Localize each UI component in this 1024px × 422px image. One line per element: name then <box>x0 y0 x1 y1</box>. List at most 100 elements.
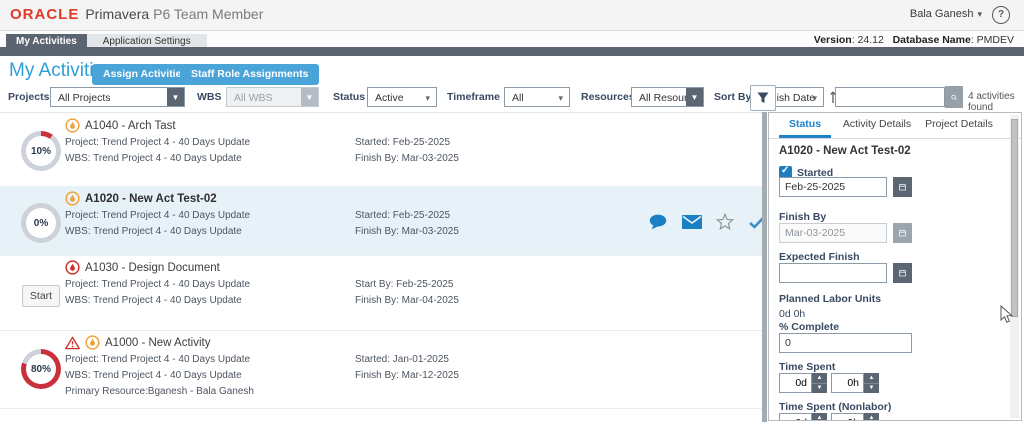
activity-row-a1000[interactable]: 80% A1000 - New Activity Project: Trend … <box>0 330 762 409</box>
projects-dropdown[interactable]: All Projects ▼ <box>50 87 185 107</box>
discussion-icon[interactable] <box>648 213 668 230</box>
time-spent-label: Time Spent <box>779 361 835 373</box>
activity-list: 10% A1040 - Arch Tast Project: Trend Pro… <box>0 112 762 409</box>
header-divider-strip <box>0 47 1024 56</box>
oracle-logo: ORACLE <box>10 6 79 23</box>
stepper-arrows-icon: ▲▼ <box>864 413 879 421</box>
activity-wbs: WBS: Trend Project 4 - 40 Days Update <box>65 153 242 164</box>
timeframe-label: Timeframe <box>447 91 500 103</box>
projects-value: All Projects <box>58 92 111 104</box>
activity-row-a1030[interactable]: Start A1030 - Design Document Project: T… <box>0 255 762 331</box>
progress-percent: 0% <box>34 218 48 229</box>
started-date-input[interactable] <box>779 177 887 197</box>
flame-icon <box>65 191 80 206</box>
expected-finish-calendar-icon[interactable] <box>893 263 912 283</box>
step-up-icon[interactable]: ▲ <box>864 413 879 421</box>
activity-date1: Started: Feb-25-2025 <box>355 210 450 221</box>
activity-wbs: WBS: Trend Project 4 - 40 Days Update <box>65 226 242 237</box>
activity-project: Project: Trend Project 4 - 40 Days Updat… <box>65 354 250 365</box>
step-down-icon[interactable]: ▼ <box>864 383 879 393</box>
detail-panel: Status Activity Details Project Details … <box>768 112 1022 421</box>
filter-funnel-button[interactable] <box>750 85 776 111</box>
activity-title[interactable]: A1040 - Arch Tast <box>85 120 176 132</box>
start-activity-button[interactable]: Start <box>22 285 60 307</box>
time-spent-hours-input[interactable] <box>831 373 864 393</box>
expected-finish-date-input[interactable] <box>779 263 887 283</box>
version-value: : 24.12 <box>852 34 884 46</box>
activity-project: Project: Trend Project 4 - 40 Days Updat… <box>65 210 250 221</box>
time-spent-nonlabor-label: Time Spent (Nonlabor) <box>779 401 891 413</box>
wbs-value: All WBS <box>234 92 273 104</box>
activity-title[interactable]: A1000 - New Activity <box>105 337 210 349</box>
progress-ring: 0% <box>21 203 61 243</box>
progress-percent: 80% <box>31 364 51 375</box>
status-select[interactable]: Active <box>367 87 437 107</box>
resources-dropdown[interactable]: All Resource ▼ <box>631 87 704 107</box>
db-value: : PMDEV <box>971 34 1014 46</box>
projects-dropdown-arrow-icon[interactable]: ▼ <box>167 88 184 106</box>
search-button[interactable] <box>945 86 963 108</box>
primavera-label: Primavera <box>85 6 149 22</box>
expected-finish-label: Expected Finish <box>779 251 860 263</box>
panel-splitter[interactable] <box>762 112 767 422</box>
activities-found-count: 4 activities found <box>968 91 1024 113</box>
finish-by-label: Finish By <box>779 211 826 223</box>
app-logo: ORACLE PrimaveraP6 Team Member <box>10 6 263 23</box>
wbs-dropdown-arrow-icon: ▼ <box>301 88 318 106</box>
warning-icon <box>65 336 80 350</box>
activity-wbs: WBS: Trend Project 4 - 40 Days Update <box>65 295 242 306</box>
stepper-arrows-icon: ▲▼ <box>812 413 827 421</box>
star-icon[interactable] <box>716 213 734 230</box>
email-icon[interactable] <box>682 215 702 229</box>
pct-complete-input[interactable] <box>779 333 912 353</box>
step-up-icon[interactable]: ▲ <box>812 413 827 421</box>
nonlabor-hours-input[interactable] <box>831 413 864 421</box>
panel-tab-activity-details[interactable]: Activity Details <box>841 113 913 135</box>
detail-panel-tabs: Status Activity Details Project Details <box>769 113 1021 139</box>
resources-label: Resources <box>581 91 635 103</box>
activity-date2: Finish By: Mar-12-2025 <box>355 370 459 381</box>
activity-title[interactable]: A1020 - New Act Test-02 <box>85 193 217 205</box>
flame-icon <box>85 335 100 350</box>
panel-tab-project-details[interactable]: Project Details <box>925 113 993 135</box>
activity-row-a1040[interactable]: 10% A1040 - Arch Tast Project: Trend Pro… <box>0 113 762 187</box>
db-label: Database Name <box>893 34 971 46</box>
search-area <box>835 87 962 107</box>
activity-date1: Started: Feb-25-2025 <box>355 137 450 148</box>
step-down-icon[interactable]: ▼ <box>812 383 827 393</box>
activity-date2: Finish By: Mar-03-2025 <box>355 153 459 164</box>
progress-ring: 80% <box>21 349 61 389</box>
planned-labor-units-label: Planned Labor Units <box>779 293 881 305</box>
staff-role-assignments-button[interactable]: Staff Role Assignments <box>180 64 319 85</box>
sort-by-label: Sort By <box>714 91 751 103</box>
panel-scrollbar-thumb[interactable] <box>1011 119 1018 317</box>
nonlabor-days-input[interactable] <box>779 413 812 421</box>
activity-date1: Start By: Feb-25-2025 <box>355 279 453 290</box>
timeframe-select[interactable]: All <box>504 87 570 107</box>
search-input[interactable] <box>835 87 945 107</box>
resources-dropdown-arrow-icon[interactable]: ▼ <box>686 88 703 106</box>
activity-date2: Finish By: Mar-04-2025 <box>355 295 459 306</box>
started-calendar-icon[interactable] <box>893 177 912 197</box>
stepper-arrows-icon: ▲▼ <box>812 373 827 393</box>
finish-by-calendar-icon <box>893 223 912 243</box>
projects-label: Projects <box>8 91 49 103</box>
stepper-arrows-icon: ▲▼ <box>864 373 879 393</box>
help-icon[interactable]: ? <box>992 6 1010 24</box>
activity-project: Project: Trend Project 4 - 40 Days Updat… <box>65 279 250 290</box>
activity-date2: Finish By: Mar-03-2025 <box>355 226 459 237</box>
time-spent-days-input[interactable] <box>779 373 812 393</box>
activity-resource: Primary Resource:Bganesh - Bala Ganesh <box>65 386 254 397</box>
flame-icon <box>65 260 80 275</box>
product-label: P6 Team Member <box>153 6 263 22</box>
activity-title[interactable]: A1030 - Design Document <box>85 262 220 274</box>
panel-scrollbar[interactable] <box>1010 115 1019 418</box>
activity-wbs: WBS: Trend Project 4 - 40 Days Update <box>65 370 242 381</box>
wbs-dropdown: All WBS ▼ <box>226 87 319 107</box>
version-info: Version: 24.12 Database Name: PMDEV <box>814 34 1014 46</box>
panel-tab-status[interactable]: Status <box>779 113 831 138</box>
user-menu[interactable]: Bala Ganesh <box>910 8 982 20</box>
activity-project: Project: Trend Project 4 - 40 Days Updat… <box>65 137 250 148</box>
finish-by-date-input <box>779 223 887 243</box>
activity-row-a1020-selected[interactable]: 0% A1020 - New Act Test-02 Project: Tren… <box>0 186 762 256</box>
